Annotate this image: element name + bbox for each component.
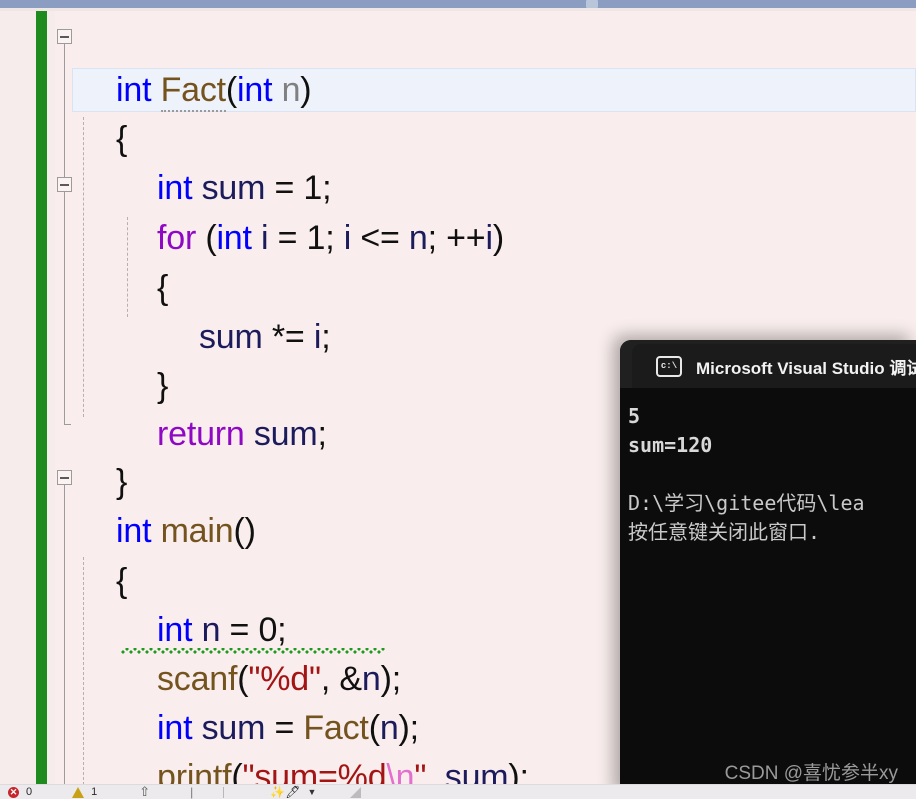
token-space-8 <box>245 415 254 453</box>
token-main-lparen: ( <box>233 512 245 550</box>
token-main-name: main <box>160 512 234 550</box>
horizontal-scrollbar-track[interactable] <box>0 0 916 8</box>
token-return-1: return <box>157 415 245 453</box>
token-comma-1: , <box>426 758 445 784</box>
code-line-4[interactable]: for (int i = 1; i <= n; ++i) <box>120 165 504 257</box>
token-sum-mul: sum <box>199 318 263 356</box>
token-space-2 <box>272 71 281 109</box>
token-space-7 <box>437 219 446 257</box>
warning-status[interactable]: 1 <box>32 785 97 799</box>
debug-console-window[interactable]: c:\ Microsoft Visual Studio 调试 5 sum=120… <box>620 340 916 799</box>
intellicode-wand-icon[interactable]: ✨🖊 <box>270 785 300 799</box>
status-separator <box>223 786 225 798</box>
change-tracking-bar <box>36 11 47 784</box>
code-line-8[interactable]: return sum; <box>120 361 327 453</box>
status-bar: ✕ 0 1 ⇧ | ✨🖊 ▼ <box>0 784 916 799</box>
token-i-inc: i <box>485 219 493 257</box>
chevron-down-icon[interactable]: ▼ <box>307 785 316 799</box>
token-sum-ret: sum <box>253 415 318 453</box>
token-n-cond: n <box>408 219 428 257</box>
token-semi-2: ; <box>325 219 335 257</box>
fold-region-end-fact <box>64 389 71 425</box>
token-lparen: ( <box>225 71 238 109</box>
token-space-9 <box>151 512 160 550</box>
code-line-3[interactable]: int sum = 1; <box>120 115 332 207</box>
token-semi-5: ; <box>317 415 327 453</box>
console-titlebar[interactable]: c:\ Microsoft Visual Studio 调试 <box>620 340 916 388</box>
console-line-5: 按任意键关闭此窗口. <box>628 520 821 544</box>
console-icon: c:\ <box>656 355 682 377</box>
token-increment: ++ <box>446 219 486 257</box>
console-line-4: D:\学习\gitee代码\lea <box>628 491 865 515</box>
fold-region-line-main <box>64 485 65 784</box>
token-i-cond: i <box>343 219 352 257</box>
token-semi-3: ; <box>427 219 437 257</box>
scroll-up-icon[interactable]: ⇧ <box>139 785 150 799</box>
console-line-2: sum=120 <box>628 433 713 457</box>
token-rparen: ) <box>300 71 312 109</box>
token-printf-rparen: ) <box>508 758 520 784</box>
warning-count: 1 <box>91 786 98 798</box>
fold-toggle-main[interactable] <box>57 470 72 485</box>
console-title: Microsoft Visual Studio 调试 <box>696 358 916 378</box>
token-for-rparen: ) <box>492 219 504 257</box>
code-line-7[interactable]: } <box>120 313 168 405</box>
code-line-15[interactable]: printf("sum=%d\n", sum); <box>120 704 529 784</box>
token-le: <= <box>351 219 409 257</box>
token-space-4 <box>196 219 205 257</box>
code-line-11[interactable]: { <box>79 508 127 600</box>
token-space-5 <box>252 219 261 257</box>
csdn-watermark: CSDN @喜忧参半xy <box>724 763 898 784</box>
code-line-10[interactable]: int main() <box>79 458 256 550</box>
code-line-1[interactable]: int Fact(int n) <box>79 17 312 112</box>
code-line-14[interactable]: int sum = Fact(n); <box>120 655 419 747</box>
token-int-i: int <box>216 219 252 257</box>
console-line-1: 5 <box>628 404 641 428</box>
code-line-2[interactable]: { <box>79 66 127 158</box>
console-output[interactable]: 5 sum=120 D:\学习\gitee代码\lea 按任意键关闭此窗口. <box>620 388 916 799</box>
fold-region-line-fact <box>64 44 65 389</box>
fold-toggle-for[interactable] <box>57 177 72 192</box>
token-escape-newline: \n <box>386 758 415 784</box>
text-cursor-icon: | <box>190 785 194 799</box>
token-printf-quote: " <box>414 758 427 784</box>
error-status[interactable]: ✕ 0 <box>0 785 32 799</box>
code-line-6[interactable]: sum *= i; <box>162 264 331 356</box>
token-one-2: 1 <box>306 219 326 257</box>
token-space-6 <box>335 219 344 257</box>
resize-grip-icon[interactable] <box>350 786 362 798</box>
code-line-5[interactable]: { <box>120 215 168 307</box>
fold-toggle-fact[interactable] <box>57 29 72 44</box>
code-line-16[interactable]: return 0; <box>120 753 282 784</box>
token-fact-name: Fact <box>160 71 226 112</box>
code-line-12[interactable]: int n = 0; <box>120 557 287 649</box>
horizontal-scrollbar-thumb[interactable] <box>586 0 598 8</box>
token-semi-4: ; <box>321 318 331 356</box>
code-line-9[interactable]: } <box>79 409 127 501</box>
warning-icon <box>72 786 85 798</box>
token-mul-assign: *= <box>262 318 314 356</box>
token-semi-9: ; <box>519 758 529 784</box>
token-assign-2: = <box>268 219 307 257</box>
console-tab[interactable]: c:\ Microsoft Visual Studio 调试 <box>632 344 916 388</box>
token-for-lparen: ( <box>205 219 217 257</box>
token-int-param: int <box>237 71 273 109</box>
token-sum-arg: sum <box>444 758 509 784</box>
token-main-rparen: ) <box>244 512 256 550</box>
error-icon: ✕ <box>8 786 19 798</box>
scanf-warning-squiggle <box>121 648 385 654</box>
token-param-n: n <box>281 71 301 109</box>
